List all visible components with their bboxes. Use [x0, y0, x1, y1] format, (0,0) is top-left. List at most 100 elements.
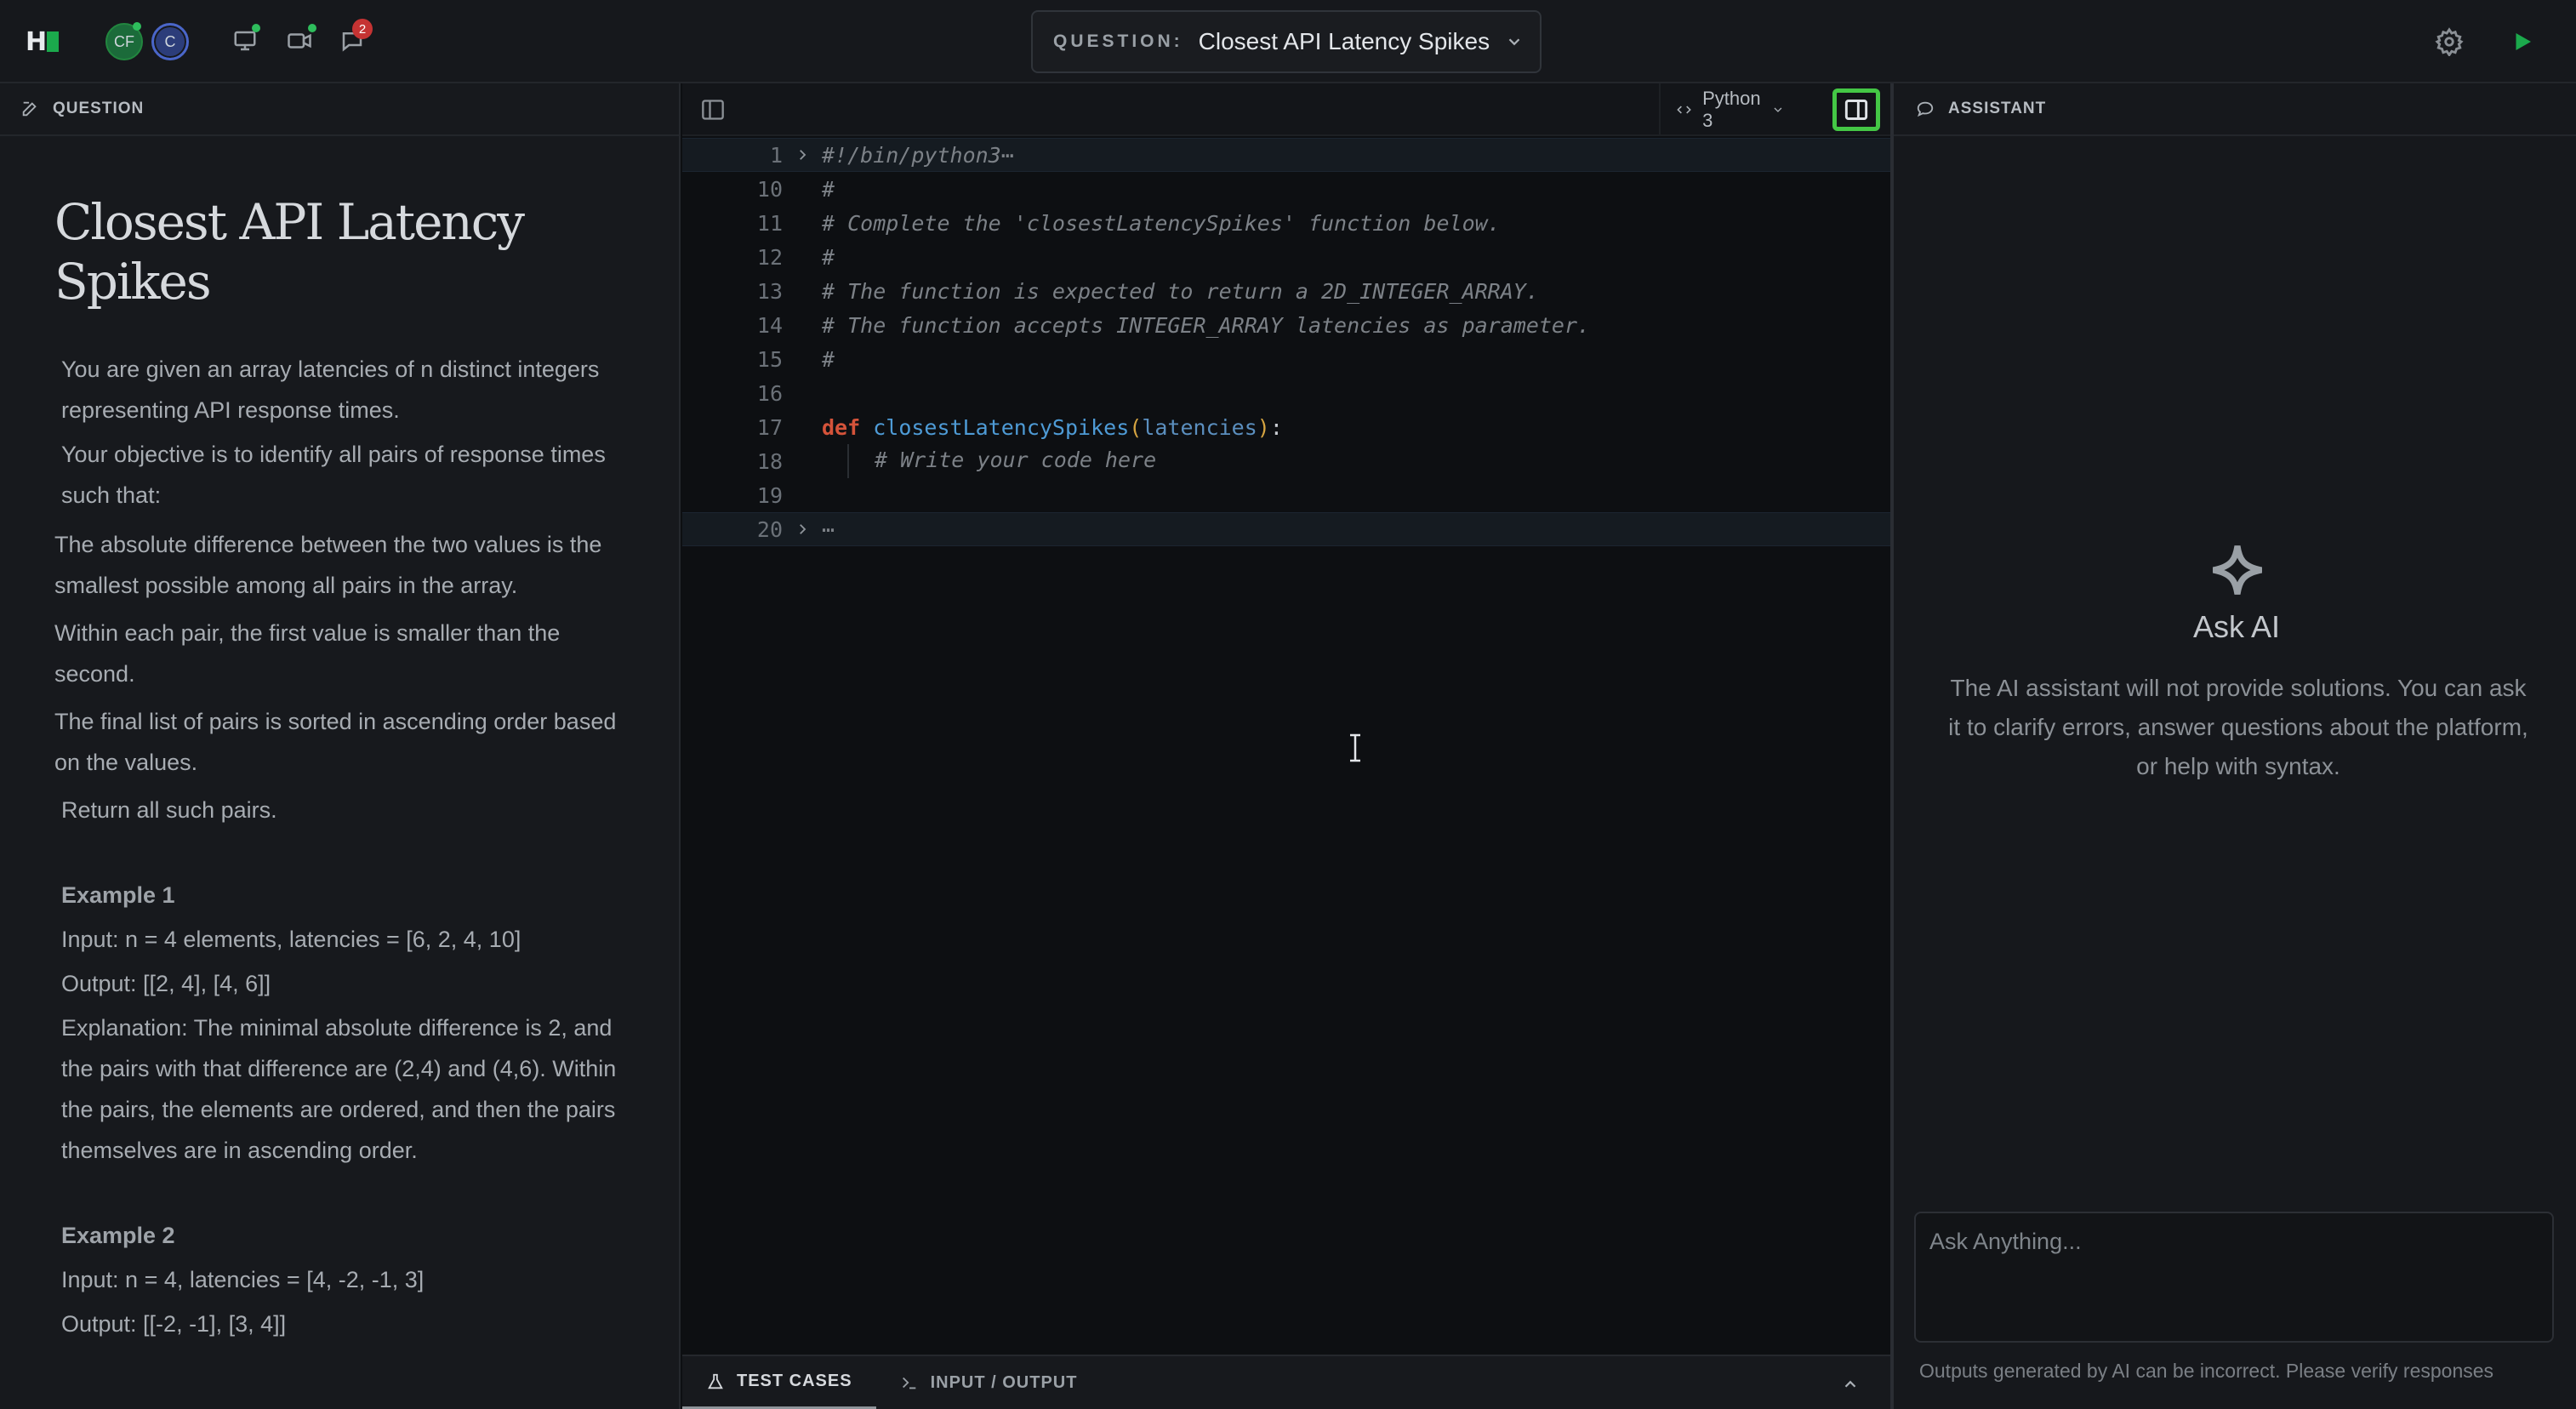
question-selector-label: QUESTION:	[1053, 31, 1183, 51]
fold-chevron-icon[interactable]	[783, 512, 822, 546]
text-cursor-icon	[1350, 733, 1360, 762]
split-panel-icon	[1844, 100, 1868, 120]
assistant-panel: ASSISTANT Ask AI The AI assistant will n…	[1890, 83, 2576, 1409]
desc-p3: The absolute difference between the two …	[54, 532, 602, 598]
code-editor[interactable]: Python 3 1 #!/bin/python3⋯ 10 #11 # Complete…	[682, 83, 1890, 1355]
ask-ai-input[interactable]	[1914, 1212, 2554, 1343]
gutter	[783, 274, 822, 308]
example-2-input: Input: n = 4, latencies = [4, -2, -1, 3]	[61, 1267, 425, 1292]
code-line[interactable]: 17 def closestLatencySpikes(latencies):	[682, 410, 1890, 444]
tab-input-output[interactable]: INPUT / OUTPUT	[876, 1356, 1102, 1409]
ai-disclaimer: Outputs generated by AI can be incorrect…	[1919, 1360, 2494, 1382]
question-title: Closest API Latency Spikes	[54, 193, 525, 311]
tab-test-cases[interactable]: TEST CASES	[682, 1356, 876, 1409]
toggle-assistant-panel-button[interactable]	[1832, 88, 1880, 131]
example-1-heading: Example 1	[61, 882, 175, 908]
code-text: # Write your code here	[822, 444, 1156, 478]
gutter	[783, 376, 822, 410]
question-panel-title: QUESTION	[53, 100, 145, 117]
code-line[interactable]: 13 # The function is expected to return a…	[682, 274, 1890, 308]
avatar-c[interactable]: C	[151, 23, 189, 60]
assistant-panel-header: ASSISTANT	[1894, 83, 2576, 136]
assistant-panel-title: ASSISTANT	[1948, 100, 2047, 117]
code-text: # Complete the 'closestLatencySpikes' fu…	[822, 210, 1501, 236]
desc-p4: Within each pair, the first value is sma…	[54, 620, 561, 687]
assistant-title: Ask AI	[2192, 609, 2281, 644]
line-number: 15	[756, 346, 783, 372]
line-number: 1	[769, 142, 783, 168]
edit-icon	[22, 101, 37, 117]
example-2-output: Output: [[-2, -1], [3, 4]]	[61, 1311, 287, 1337]
notification-badge: 2	[352, 19, 373, 39]
editor-bottom-tabs: TEST CASES INPUT / OUTPUT	[682, 1355, 1890, 1409]
chevron-down-icon	[1508, 38, 1520, 46]
run-play-icon[interactable]	[2510, 29, 2535, 54]
code-line[interactable]: 20 ⋯	[682, 512, 1890, 546]
code-line[interactable]: 14 # The function accepts INTEGER_ARRAY l…	[682, 308, 1890, 342]
line-number: 19	[756, 482, 783, 508]
desc-p2: Your objective is to identify all pairs …	[61, 442, 606, 508]
line-number: 17	[756, 414, 783, 440]
online-indicator	[133, 22, 141, 31]
line-number: 14	[756, 312, 783, 338]
line-number: 13	[756, 278, 783, 304]
gutter	[783, 410, 822, 444]
chevron-down-icon	[1774, 107, 1782, 112]
code-line[interactable]: 15 #	[682, 342, 1890, 376]
language-selector[interactable]: Python 3	[1659, 83, 1785, 136]
code-text: def closestLatencySpikes(latencies):	[822, 414, 1283, 440]
chat-bubble-icon	[1917, 101, 1934, 117]
example-1-explanation: Explanation: The minimal absolute differ…	[61, 1015, 617, 1163]
code-line[interactable]: 18 # Write your code here	[682, 444, 1890, 478]
assistant-description: The AI assistant will not provide soluti…	[1948, 675, 2528, 779]
desc-p5: The final list of pairs is sorted in asc…	[54, 709, 617, 775]
fold-chevron-icon[interactable]	[783, 138, 822, 172]
gutter	[783, 308, 822, 342]
line-number: 16	[756, 380, 783, 406]
sparkle-icon	[2212, 545, 2263, 595]
code-line[interactable]: 1 #!/bin/python3⋯	[682, 138, 1890, 172]
code-line[interactable]: 16	[682, 376, 1890, 410]
code-text: #	[822, 346, 835, 372]
code-text: ⋯	[822, 516, 835, 542]
top-bar: H CF C 2 QUESTION: Closest API Latency S…	[0, 0, 2576, 83]
code-line[interactable]: 12 #	[682, 240, 1890, 274]
editor-toolbar: Python 3	[682, 83, 1890, 136]
terminal-icon	[902, 1377, 915, 1389]
line-number: 11	[756, 210, 783, 236]
tab-input-output-label: INPUT / OUTPUT	[930, 1372, 1078, 1392]
question-selector[interactable]: QUESTION: Closest API Latency Spikes	[1031, 10, 1542, 73]
gutter	[783, 206, 822, 240]
language-label: Python 3	[1702, 88, 1761, 131]
toggle-sidebar-icon[interactable]	[701, 99, 725, 121]
question-body: You are given an array latencies of n di…	[0, 349, 630, 1344]
tab-test-cases-label: TEST CASES	[737, 1372, 852, 1390]
screen-share-indicator	[252, 24, 260, 32]
video-indicator	[308, 24, 316, 32]
gutter	[783, 240, 822, 274]
code-brackets-icon	[1677, 106, 1691, 114]
gutter	[783, 444, 822, 478]
example-1-output: Output: [[2, 4], [4, 6]]	[61, 971, 271, 996]
flask-icon	[708, 1373, 723, 1389]
code-text: #!/bin/python3⋯	[822, 142, 1014, 168]
code-text: #	[822, 176, 835, 202]
code-line[interactable]: 10 #	[682, 172, 1890, 206]
example-2-heading: Example 2	[61, 1223, 175, 1248]
line-number: 10	[756, 176, 783, 202]
example-1-input: Input: n = 4 elements, latencies = [6, 2…	[61, 927, 521, 952]
desc-p6: Return all such pairs.	[61, 797, 277, 823]
settings-gear-icon[interactable]	[2435, 27, 2464, 56]
desc-p1: You are given an array latencies of n di…	[61, 357, 600, 423]
question-panel-header: QUESTION	[0, 83, 679, 136]
gutter	[783, 478, 822, 512]
code-line[interactable]: 19	[682, 478, 1890, 512]
code-area[interactable]: 1 #!/bin/python3⋯ 10 #11 # Complete the 'clo…	[682, 138, 1890, 546]
logo[interactable]: H	[26, 27, 60, 57]
gutter	[783, 172, 822, 206]
question-selector-title: Closest API Latency Spikes	[1198, 28, 1490, 54]
code-line[interactable]: 11 # Complete the 'closestLatencySpikes' …	[682, 206, 1890, 240]
chevron-up-icon[interactable]	[1841, 1375, 1860, 1394]
code-text: # The function accepts INTEGER_ARRAY lat…	[822, 312, 1591, 338]
line-number: 20	[756, 516, 783, 542]
